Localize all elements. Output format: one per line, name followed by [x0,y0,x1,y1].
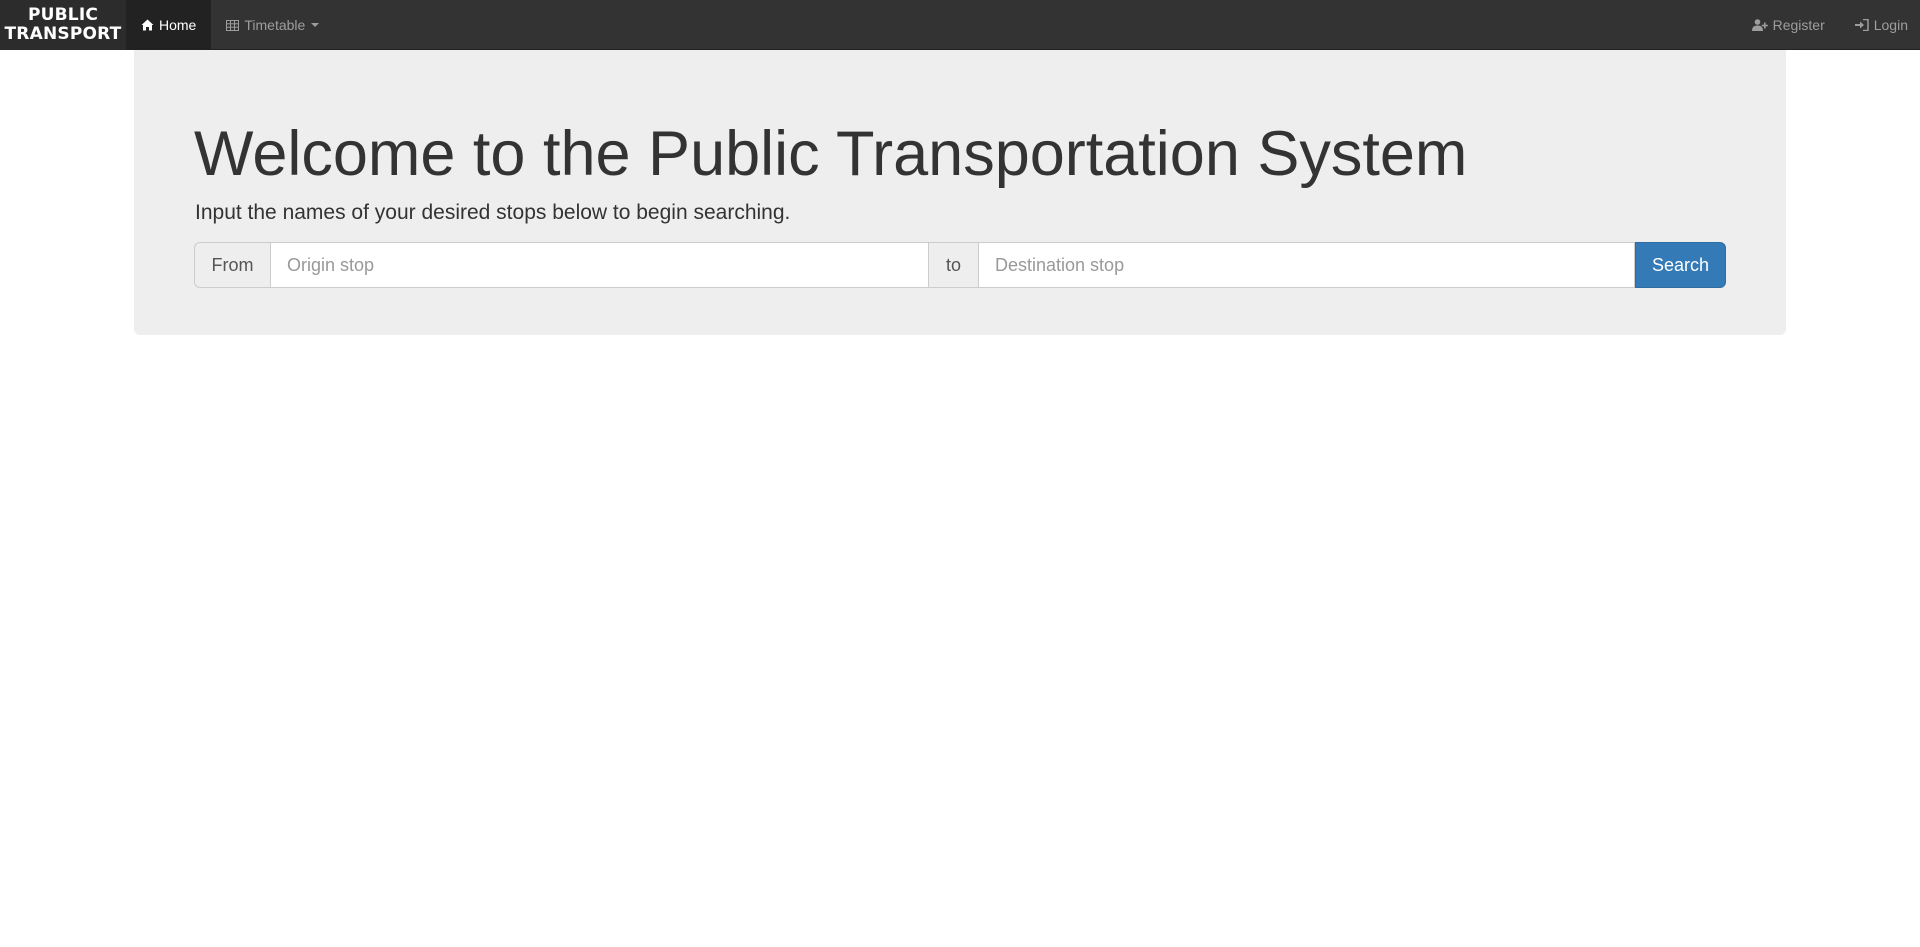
top-navbar: PUBLIC TRANSPORT Home Timetable Register… [0,0,1920,50]
route-search-form: From to Search [194,242,1726,288]
page-title: Welcome to the Public Transportation Sys… [194,119,1468,189]
home-icon [141,19,154,31]
from-label: From [194,242,270,288]
sign-in-icon [1854,19,1869,31]
nav-right-group: Register Login [1734,0,1920,49]
search-button[interactable]: Search [1635,242,1726,288]
hero-panel: Welcome to the Public Transportation Sys… [134,50,1786,335]
user-plus-icon [1751,19,1768,31]
brand-line-2: TRANSPORT [4,24,122,44]
to-label: to [929,242,978,288]
nav-item-register[interactable]: Register [1734,0,1837,50]
nav-item-login[interactable]: Login [1837,0,1920,50]
nav-item-home[interactable]: Home [126,0,212,50]
nav-home-label: Home [159,17,197,33]
nav-register-label: Register [1772,17,1825,33]
brand-line-1: PUBLIC [27,5,99,25]
chevron-down-icon [311,23,320,27]
origin-stop-input[interactable] [270,242,929,288]
nav-item-timetable[interactable]: Timetable [211,0,334,50]
table-icon [226,19,240,31]
nav-login-label: Login [1873,17,1908,33]
brand-logo[interactable]: PUBLIC TRANSPORT [0,0,126,50]
page-subtitle: Input the names of your desired stops be… [195,201,791,224]
destination-stop-input[interactable] [978,242,1635,288]
nav-timetable-label: Timetable [244,17,306,33]
